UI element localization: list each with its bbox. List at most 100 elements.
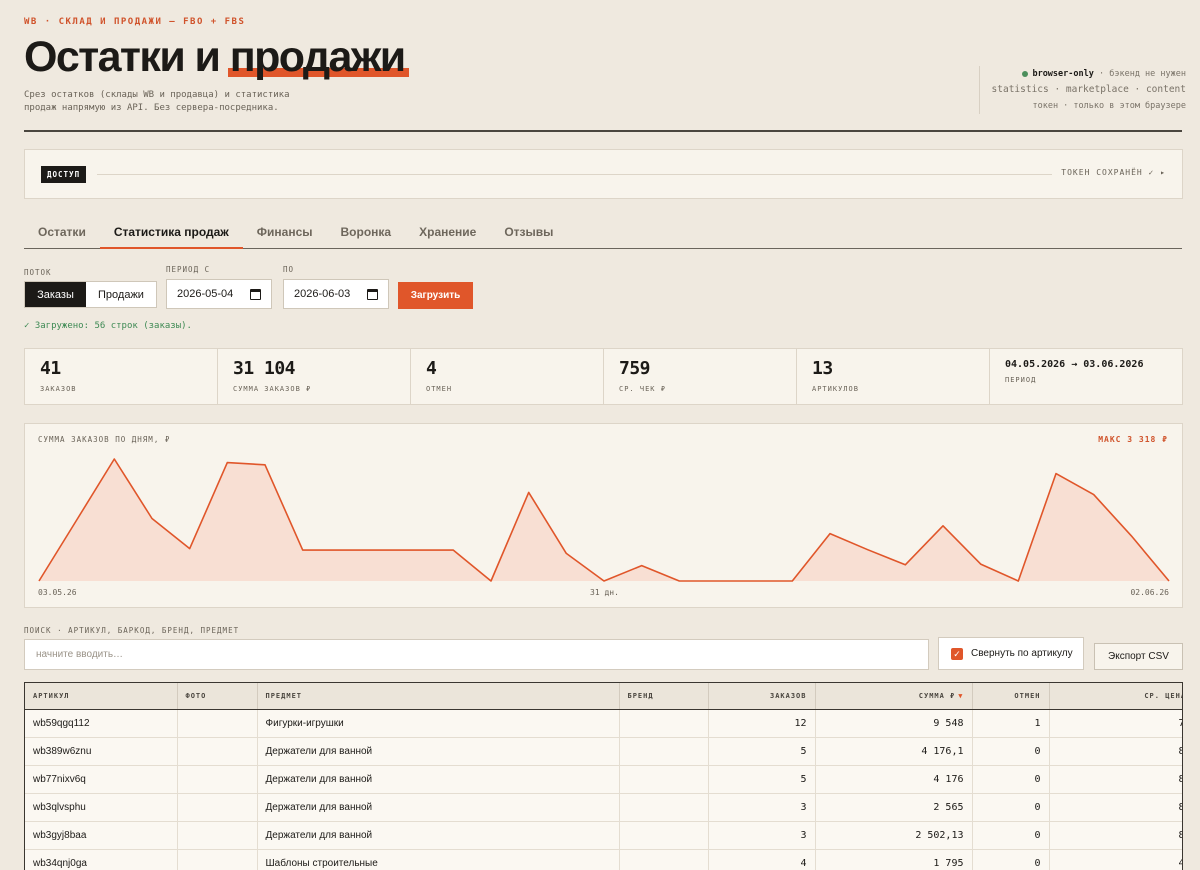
calendar-icon[interactable]: [250, 289, 261, 300]
kpi-label: ОТМЕН: [426, 385, 453, 393]
table-row[interactable]: wb389w6znu Держатели для ванной 54 176,108…: [25, 737, 1182, 766]
col-sum[interactable]: СУММА ₽ ▼: [815, 683, 973, 710]
eyebrow-label: WB · СКЛАД И ПРОДАЖИ — FBO + FBS: [24, 17, 246, 27]
col-orders[interactable]: ЗАКАЗОВ: [708, 683, 816, 710]
cell-article: wb389w6znu: [25, 737, 178, 766]
col-brand[interactable]: БРЕНД: [619, 683, 709, 710]
chart-max-label: МАКС 3 318 ₽: [1098, 435, 1168, 444]
stream-toggle: Заказы Продажи: [24, 281, 157, 308]
cell-subject: Держатели для ванной: [257, 737, 620, 766]
kpi-order-sum: 31 104 СУММА ЗАКАЗОВ ₽: [218, 349, 411, 404]
load-status: ✓ Загружено: 56 строк (заказы).: [24, 321, 192, 331]
status-dot-icon: [1022, 70, 1029, 77]
cell-avg-price: 834: [1049, 821, 1182, 850]
col-subject[interactable]: ПРЕДМЕТ: [257, 683, 620, 710]
export-csv-button[interactable]: Экспорт CSV: [1094, 643, 1183, 670]
access-panel[interactable]: ДОСТУП ТОКЕН СОХРАНЁН ✓ ▸: [24, 149, 1183, 199]
table-row[interactable]: wb34qnj0ga Шаблоны строительные 41 7950449: [25, 849, 1182, 870]
table-row[interactable]: wb3qlvsphu Держатели для ванной 32 5650855: [25, 793, 1182, 822]
col-cancels[interactable]: ОТМЕН: [972, 683, 1050, 710]
period-from-input[interactable]: 2026-05-04: [166, 279, 272, 309]
collapse-by-article-checkbox[interactable]: ✓ Свернуть по артикулу: [938, 637, 1084, 670]
cell-cancels: 0: [972, 737, 1050, 766]
cell-brand: [619, 849, 709, 870]
checkmark-icon: ✓: [951, 647, 963, 660]
access-badge: ДОСТУП: [41, 166, 87, 183]
kpi-value: 759: [619, 358, 651, 379]
api-list: statistics · marketplace · content: [991, 84, 1186, 95]
cell-cancels: 0: [972, 793, 1050, 822]
table-row[interactable]: wb59qgq112 Фигурки-игрушки 129 5481796: [25, 709, 1182, 738]
cell-brand: [619, 709, 709, 738]
kpi-value: 31 104: [233, 358, 296, 379]
cell-article: wb59qgq112: [25, 709, 178, 738]
cell-cancels: 0: [972, 765, 1050, 794]
kpi-label: ЗАКАЗОВ: [40, 385, 77, 393]
page-title: Остатки и продажи: [24, 31, 409, 83]
calendar-icon[interactable]: [367, 289, 378, 300]
header-divider: [24, 130, 1182, 132]
kpi-label: СУММА ЗАКАЗОВ ₽: [233, 385, 312, 393]
tab-sales-stats[interactable]: Статистика продаж: [99, 217, 243, 249]
cell-orders: 3: [708, 793, 816, 822]
col-photo[interactable]: ФОТО: [177, 683, 258, 710]
cell-orders: 12: [708, 709, 816, 738]
kpi-orders: 41 ЗАКАЗОВ: [25, 349, 218, 404]
access-divider: [97, 174, 1052, 175]
cell-article: wb77nixv6q: [25, 765, 178, 794]
cell-avg-price: 835: [1049, 737, 1182, 766]
tab-reviews[interactable]: Отзывы: [490, 217, 567, 249]
col-article[interactable]: АРТИКУЛ: [25, 683, 178, 710]
cell-sum: 1 795: [815, 849, 973, 870]
cell-subject: Держатели для ванной: [257, 765, 620, 794]
chart-canvas: [38, 458, 1170, 582]
cell-photo: [177, 793, 258, 822]
kpi-value: 41: [40, 358, 61, 379]
cell-avg-price: 855: [1049, 793, 1182, 822]
tab-finance[interactable]: Финансы: [243, 217, 327, 249]
stream-option-orders[interactable]: Заказы: [25, 282, 86, 307]
tab-stocks[interactable]: Остатки: [24, 217, 100, 249]
kpi-label: СР. ЧЕК ₽: [619, 385, 666, 393]
col-avg-price[interactable]: СР. ЦЕНА ₽: [1049, 683, 1182, 710]
search-input[interactable]: начните вводить…: [24, 639, 929, 670]
cell-photo: [177, 737, 258, 766]
kpi-label: АРТИКУЛОВ: [812, 385, 859, 393]
kpi-value: 4: [426, 358, 437, 379]
page-title-plain: Остатки и: [24, 33, 221, 81]
cell-photo: [177, 765, 258, 794]
collapse-label: Свернуть по артикулу: [971, 648, 1073, 659]
kpi-value: 13: [812, 358, 833, 379]
cell-avg-price: 796: [1049, 709, 1182, 738]
kpi-articles: 13 АРТИКУЛОВ: [797, 349, 990, 404]
table-header-row: АРТИКУЛ ФОТО ПРЕДМЕТ БРЕНД ЗАКАЗОВ СУММА…: [25, 683, 1182, 710]
cell-cancels: 0: [972, 821, 1050, 850]
cell-photo: [177, 709, 258, 738]
cell-subject: Держатели для ванной: [257, 793, 620, 822]
tab-bar: Остатки Статистика продаж Финансы Воронк…: [24, 217, 1182, 249]
cell-brand: [619, 737, 709, 766]
cell-sum: 4 176: [815, 765, 973, 794]
table-row[interactable]: wb3gyj8baa Держатели для ванной 3 2 502,13 0…: [25, 821, 1182, 850]
cell-sum: 2 565: [815, 793, 973, 822]
tab-funnel[interactable]: Воронка: [327, 217, 406, 249]
period-to-input[interactable]: 2026-06-03: [283, 279, 389, 309]
token-note: токен · только в этом браузере: [1032, 101, 1186, 111]
daily-sum-chart: СУММА ЗАКАЗОВ ПО ДНЯМ, ₽ МАКС 3 318 ₽ 03…: [24, 423, 1183, 608]
table-row[interactable]: wb77nixv6q Держатели для ванной 54 1760835: [25, 765, 1182, 794]
period-from-label: ПЕРИОД С: [166, 265, 211, 274]
token-saved-toggle[interactable]: ТОКЕН СОХРАНЁН ✓ ▸: [1061, 168, 1166, 177]
load-button[interactable]: Загрузить: [398, 282, 473, 309]
mode-info: browser-only · бэкенд не нужен statistic…: [978, 66, 1186, 114]
kpi-period: 04.05.2026 → 03.06.2026 ПЕРИОД: [990, 349, 1182, 404]
cell-orders: 5: [708, 737, 816, 766]
cell-article: wb3qlvsphu: [25, 793, 178, 822]
cell-avg-price: 449: [1049, 849, 1182, 870]
cell-subject: Держатели для ванной: [257, 821, 620, 850]
chart-area-fill: [39, 459, 1169, 581]
stream-option-sales[interactable]: Продажи: [86, 282, 156, 307]
period-from-value: 2026-05-04: [177, 288, 234, 300]
mode-label: browser-only: [1032, 69, 1094, 79]
tab-storage[interactable]: Хранение: [405, 217, 490, 249]
cell-sum: 9 548: [815, 709, 973, 738]
